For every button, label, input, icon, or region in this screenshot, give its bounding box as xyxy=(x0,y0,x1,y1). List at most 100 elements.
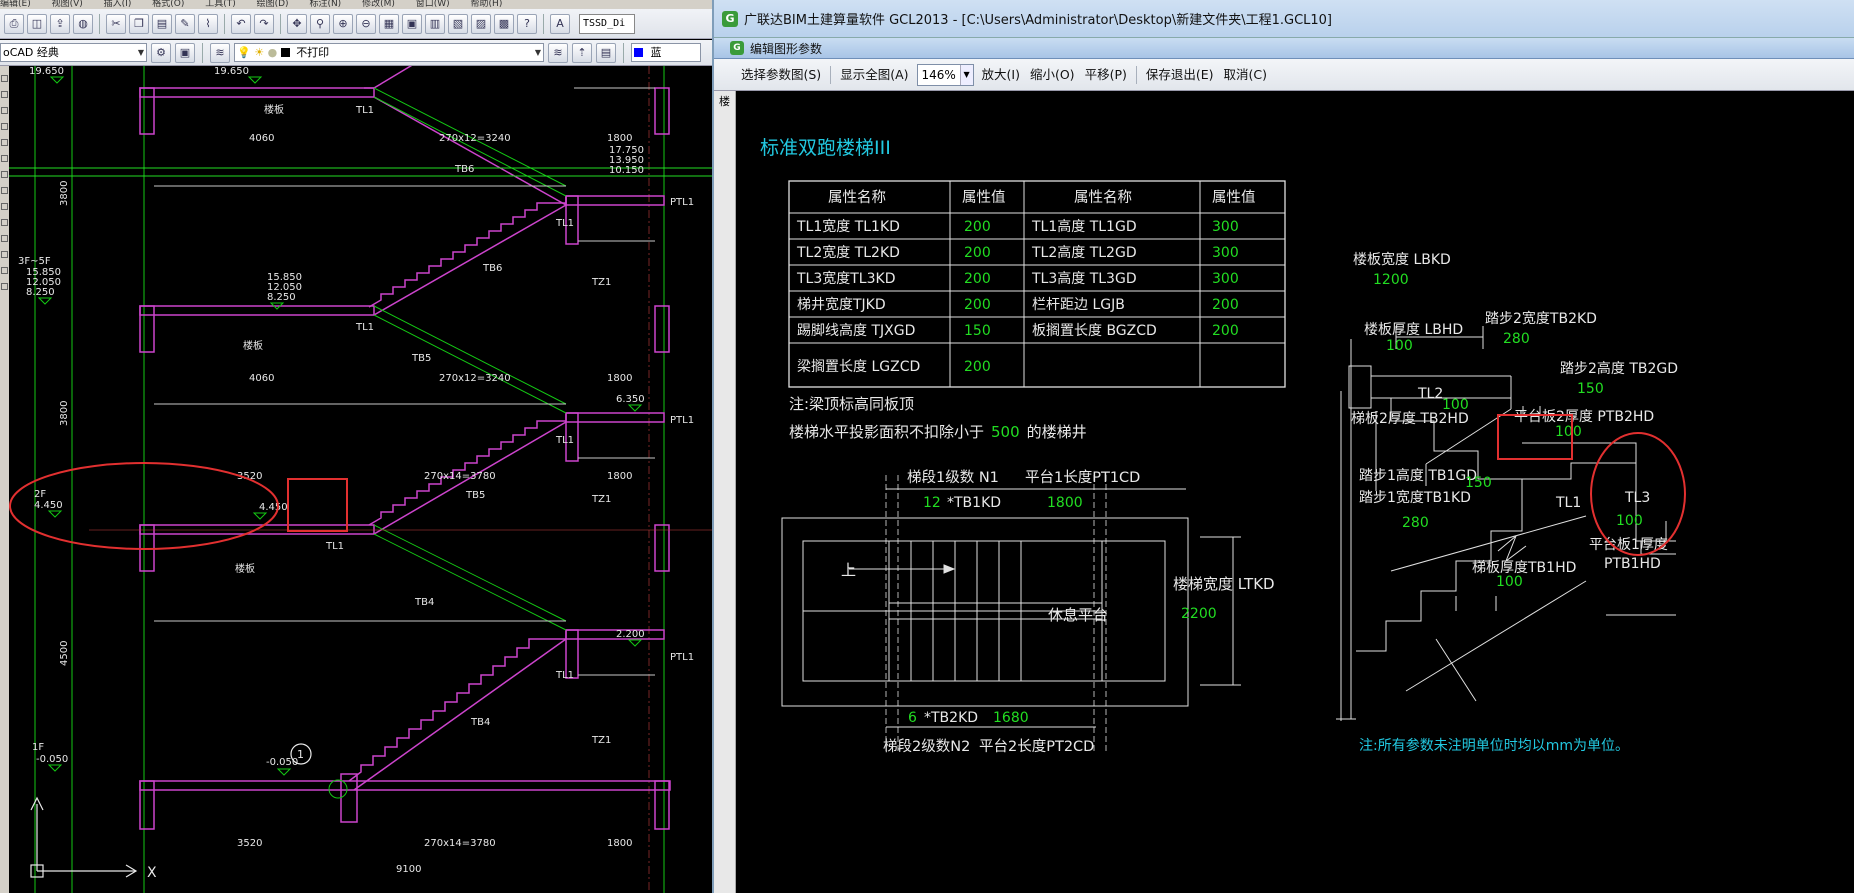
cad-menu-format[interactable]: 格式(O) xyxy=(152,0,184,9)
param-drawing-canvas[interactable]: 标准双跑楼梯III 属性名称 属性值 属性名称 属性值 TL1宽度 TL1KD … xyxy=(736,91,1854,893)
lbkd-value[interactable]: 1200 xyxy=(1373,272,1409,288)
table-value-cell[interactable]: 200 xyxy=(964,359,991,375)
lbhd-value[interactable]: 100 xyxy=(1386,338,1413,354)
spline-tool-icon[interactable] xyxy=(1,171,8,178)
toolbar-separator xyxy=(224,13,225,34)
text-style-icon[interactable]: A xyxy=(550,13,570,34)
tl3-value[interactable]: 100 xyxy=(1616,513,1643,529)
region-tool-icon[interactable] xyxy=(1,251,8,258)
save-exit-button[interactable]: 保存退出(E) xyxy=(1141,63,1219,87)
select-param-button[interactable]: 选择参数图(S) xyxy=(736,63,826,87)
cancel-button[interactable]: 取消(C) xyxy=(1219,63,1272,87)
workspace-save-icon[interactable]: ▣ xyxy=(175,42,195,63)
cad-menu-window[interactable]: 窗口(W) xyxy=(416,0,450,9)
zoom-previous-icon[interactable]: ⊖ xyxy=(356,13,376,34)
globe-icon[interactable]: ◍ xyxy=(73,13,93,34)
table-value-cell[interactable]: 200 xyxy=(964,219,991,235)
brush-icon[interactable]: ⌇ xyxy=(198,13,218,34)
redo-icon[interactable]: ↷ xyxy=(254,13,274,34)
zoom-in-button[interactable]: 放大(I) xyxy=(977,63,1025,87)
paste-icon[interactable]: ▤ xyxy=(152,13,172,34)
table-value-cell[interactable]: 300 xyxy=(1212,245,1239,261)
cad-menu-help[interactable]: 帮助(H) xyxy=(471,0,503,9)
table-value-cell[interactable]: 300 xyxy=(1212,271,1239,287)
undo-icon[interactable]: ↶ xyxy=(231,13,251,34)
zoom-window-icon[interactable]: ⊕ xyxy=(333,13,353,34)
pt2cd-value[interactable]: 1680 xyxy=(993,710,1029,726)
cad-menu-dimension[interactable]: 标注(N) xyxy=(309,0,341,9)
cad-drawing-canvas[interactable]: 19.650 19.650 3F~5F 15.850 12.050 8.250 … xyxy=(9,66,712,893)
layer-manager-icon[interactable]: ≋ xyxy=(210,42,230,63)
color-select[interactable]: 蓝 xyxy=(631,43,701,62)
zoom-select[interactable]: 146% ▼ xyxy=(916,63,974,86)
cad-menu-view[interactable]: 视图(V) xyxy=(52,0,83,9)
cad-menu-modify[interactable]: 修改(M) xyxy=(362,0,395,9)
publish-icon[interactable]: ⇪ xyxy=(50,13,70,34)
tag-tb5-b: TB5 xyxy=(465,490,485,501)
design-center-icon[interactable]: ▣ xyxy=(402,13,422,34)
workspace-settings-icon[interactable]: ⚙ xyxy=(151,42,171,63)
pan-button[interactable]: 平移(P) xyxy=(1080,63,1132,87)
ptb1hd-code: PTB1HD xyxy=(1604,556,1661,572)
tool-palette-icon[interactable]: ▥ xyxy=(425,13,445,34)
ltkd-value[interactable]: 2200 xyxy=(1181,606,1217,622)
cut-icon[interactable]: ✂ xyxy=(106,13,126,34)
note-projection-prefix: 楼梯水平投影面积不扣除小于 xyxy=(789,423,984,441)
n2-value[interactable]: 6 xyxy=(908,710,917,726)
zoom-realtime-icon[interactable]: ⚲ xyxy=(310,13,330,34)
pt1cd-value[interactable]: 1800 xyxy=(1047,495,1083,511)
copy-icon[interactable]: ❐ xyxy=(129,13,149,34)
calculator-icon[interactable]: ▩ xyxy=(494,13,514,34)
cad-menu-edit[interactable]: 编辑(E) xyxy=(0,0,31,9)
table-tool-icon[interactable] xyxy=(1,267,8,274)
arc-tool-icon[interactable] xyxy=(1,139,8,146)
tb1gd-value[interactable]: 150 xyxy=(1465,475,1492,491)
table-value-cell[interactable]: 200 xyxy=(1212,323,1239,339)
note-projection-value[interactable]: 500 xyxy=(991,423,1020,441)
ptb2hd-value[interactable]: 100 xyxy=(1555,424,1582,440)
table-value-cell[interactable]: 200 xyxy=(1212,297,1239,313)
polygon-tool-icon[interactable] xyxy=(1,107,8,114)
point-tool-icon[interactable] xyxy=(1,219,8,226)
make-current-layer-icon[interactable]: ≋ xyxy=(548,42,568,63)
show-all-button[interactable]: 显示全图(A) xyxy=(835,63,913,87)
cad-menu-insert[interactable]: 插入(I) xyxy=(104,0,132,9)
table-value-cell[interactable]: 200 xyxy=(964,271,991,287)
tb2hd-value[interactable]: 100 xyxy=(1442,397,1469,413)
properties-icon[interactable]: ▦ xyxy=(379,13,399,34)
markup-icon[interactable]: ▨ xyxy=(471,13,491,34)
ellipse-tool-icon[interactable] xyxy=(1,187,8,194)
cad-menu-tools[interactable]: 工具(T) xyxy=(205,0,236,9)
table-value-cell[interactable]: 300 xyxy=(1212,219,1239,235)
polyline-tool-icon[interactable] xyxy=(1,91,8,98)
workspace-select[interactable]: oCAD 经典 ▼ xyxy=(0,43,147,62)
n1-value[interactable]: 12 xyxy=(923,495,941,511)
circle-tool-icon[interactable] xyxy=(1,155,8,162)
mtext-tool-icon[interactable] xyxy=(1,283,8,290)
layer-select[interactable]: 💡 ☀ ● 不打印 ▼ xyxy=(234,43,544,62)
cad-menu-draw[interactable]: 绘图(D) xyxy=(257,0,289,9)
table-value-cell[interactable]: 150 xyxy=(964,323,991,339)
tb1hd-value[interactable]: 100 xyxy=(1496,574,1523,590)
layer-previous-icon[interactable]: ⇡ xyxy=(572,42,592,63)
block-tool-icon[interactable] xyxy=(1,203,8,210)
table-value-cell[interactable]: 200 xyxy=(964,297,991,313)
pan-icon[interactable]: ✥ xyxy=(287,13,307,34)
tb1kd-value[interactable]: 280 xyxy=(1402,515,1429,531)
table-value-cell[interactable]: 200 xyxy=(964,245,991,261)
line-tool-icon[interactable] xyxy=(1,75,8,82)
tb2kd-value[interactable]: 280 xyxy=(1503,331,1530,347)
layer-states-icon[interactable]: ▤ xyxy=(596,42,616,63)
preview-icon[interactable]: ◫ xyxy=(27,13,47,34)
rectangle-tool-icon[interactable] xyxy=(1,123,8,130)
table-header-name: 属性名称 xyxy=(828,189,886,206)
match-properties-icon[interactable]: ✎ xyxy=(175,13,195,34)
stair-section-view: 楼板宽度 LBKD 1200 楼板厚度 LBHD 100 踏步2宽度TB2KD … xyxy=(1336,251,1678,721)
hatch-tool-icon[interactable] xyxy=(1,235,8,242)
tb2gd-value[interactable]: 150 xyxy=(1577,381,1604,397)
print-icon[interactable]: ⎙ xyxy=(4,13,24,34)
zoom-out-button[interactable]: 缩小(O) xyxy=(1025,63,1080,87)
help-icon[interactable]: ? xyxy=(517,13,537,34)
text-style-select[interactable]: TSSD_Di xyxy=(579,13,635,34)
sheet-set-icon[interactable]: ▧ xyxy=(448,13,468,34)
